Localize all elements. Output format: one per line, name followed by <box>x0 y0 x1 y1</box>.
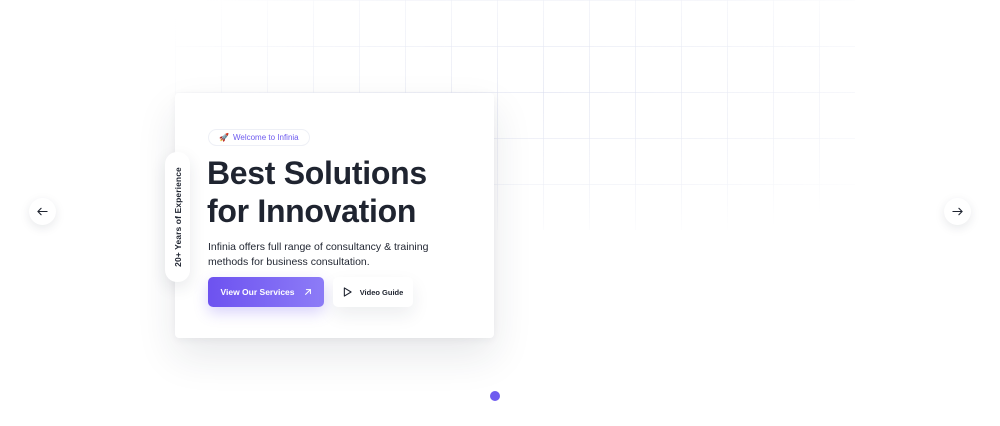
hero-headline: Best Solutions for Innovation <box>207 154 477 230</box>
experience-tab: 20+ Years of Experience <box>165 152 190 282</box>
view-services-label: View Our Services <box>220 287 295 297</box>
arrow-right-icon <box>952 207 963 216</box>
video-guide-button[interactable]: Video Guide <box>333 277 413 307</box>
welcome-badge: 🚀 Welcome to Infinia <box>208 129 310 146</box>
video-guide-label: Video Guide <box>359 287 404 297</box>
carousel-prev-button[interactable] <box>29 198 56 225</box>
carousel-next-button[interactable] <box>944 198 971 225</box>
hero-description: Infinia offers full range of consultancy… <box>208 241 429 268</box>
headline-line-1: Best Solutions <box>207 155 427 191</box>
headline-line-2: for Innovation <box>207 193 417 229</box>
play-icon <box>343 287 352 297</box>
carousel-pagination-dot[interactable] <box>490 391 500 401</box>
view-services-button[interactable]: View Our Services <box>208 277 324 307</box>
arrow-up-right-icon <box>304 289 311 295</box>
welcome-badge-label: Welcome to Infinia <box>232 133 299 142</box>
rocket-icon: 🚀 <box>219 133 229 142</box>
arrow-left-icon <box>37 207 48 216</box>
experience-label: 20+ Years of Experience <box>172 167 183 267</box>
